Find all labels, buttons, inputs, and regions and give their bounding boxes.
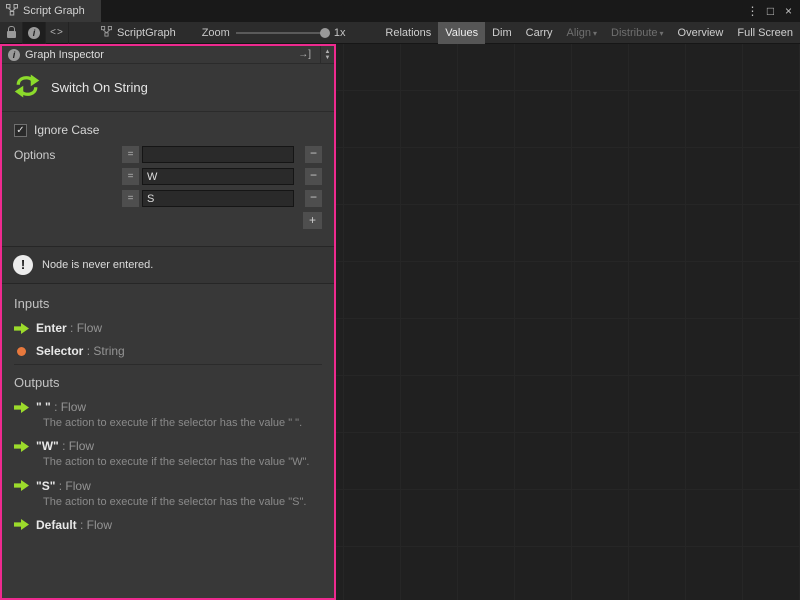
zoom-label: Zoom [202,27,230,39]
option-row: = − [122,168,322,185]
chevron-down-icon: ▾ [660,29,664,38]
window-tab[interactable]: Script Graph [0,0,101,22]
ignore-case-row: ✓ Ignore Case [14,123,322,137]
divider [14,364,322,365]
option-field-0[interactable] [142,146,294,163]
inspector-node-title: Switch On String [51,80,148,95]
graph-asset-name: ScriptGraph [117,27,176,39]
fullscreen-button[interactable]: Full Screen [730,22,800,44]
overview-button[interactable]: Overview [671,22,731,44]
code-icon: <> [50,27,64,38]
relations-button[interactable]: Relations [378,22,438,44]
input-selector-row: Selector : String [14,344,322,358]
output-space-row: " " : Flow [14,400,322,414]
close-icon[interactable]: × [780,0,797,22]
input-enter-row: Enter : Flow [14,321,322,335]
info-icon: i [8,49,20,61]
chevron-down-icon: ▾ [593,29,597,38]
output-s-row: "S" : Flow [14,479,322,493]
graph-asset-icon [101,26,112,40]
window-titlebar: Script Graph ⋮ □ × [0,0,800,22]
info-icon: i [28,27,40,39]
zoom-value: 1x [334,27,346,39]
values-button[interactable]: Values [438,22,485,44]
remove-option-button[interactable]: − [305,146,322,163]
output-w-row: "W" : Flow [14,439,322,453]
check-icon: ✓ [16,125,24,136]
zoom-control: Zoom 1x [202,27,346,39]
maximize-icon[interactable]: □ [762,0,779,22]
option-field-1[interactable] [142,168,294,185]
outputs-section-title: Outputs [14,375,322,390]
inspector-header[interactable]: i Graph Inspector →] ▲ ▼ [2,46,334,64]
flow-port-icon [14,323,29,334]
flow-port-icon [14,402,29,413]
lock-button[interactable] [0,22,23,44]
inspector-node-title-row: Switch On String [2,64,334,112]
output-default-row: Default : Flow [14,518,322,532]
port-description: The action to execute if the selector ha… [43,495,322,509]
ignore-case-checkbox[interactable]: ✓ [14,124,27,137]
dock-icon[interactable]: →] [294,49,315,60]
toolbar-buttons: Relations Values Dim Carry Align▾ Distri… [378,22,800,44]
spin-down-icon: ▼ [325,55,331,61]
zoom-thumb[interactable] [320,28,330,38]
graph-toolbar: i <> ScriptGraph Zoom 1x Relations Value… [0,22,800,44]
script-graph-icon [6,4,18,19]
zoom-slider[interactable] [236,32,328,34]
options-list: = − = − = − + [122,146,322,229]
warning-banner: ! Node is never entered. [2,246,334,284]
panel-spinner[interactable]: ▲ ▼ [320,46,334,64]
distribute-button[interactable]: Distribute▾ [604,22,670,44]
graph-inspector-panel: i Graph Inspector →] ▲ ▼ Switch [0,44,336,600]
carry-button[interactable]: Carry [519,22,560,44]
port-description: The action to execute if the selector ha… [43,416,322,430]
port-description: The action to execute if the selector ha… [43,455,322,469]
lock-icon [7,31,16,38]
edit-script-button[interactable]: <> [46,22,69,44]
option-field-2[interactable] [142,190,294,207]
warning-icon: ! [13,255,33,275]
option-row: = − [122,190,322,207]
ignore-case-label: Ignore Case [34,123,99,137]
value-port-icon [17,347,26,356]
inputs-section-title: Inputs [14,296,322,311]
warning-text: Node is never entered. [42,259,153,271]
inspect-button[interactable]: i [23,22,46,44]
remove-option-button[interactable]: − [305,168,322,185]
option-row: = − [122,146,322,163]
options-editor: Options = − = − = − [14,146,322,229]
menu-icon[interactable]: ⋮ [744,0,761,22]
inspector-header-title: Graph Inspector [25,49,104,61]
drag-handle-icon[interactable]: = [122,190,139,207]
remove-option-button[interactable]: − [305,190,322,207]
graph-breadcrumb: ScriptGraph [101,26,176,40]
window-title: Script Graph [23,5,85,17]
drag-handle-icon[interactable]: = [122,168,139,185]
drag-handle-icon[interactable]: = [122,146,139,163]
add-option-button[interactable]: + [303,212,322,229]
options-label: Options [14,146,122,229]
flow-port-icon [14,480,29,491]
dim-button[interactable]: Dim [485,22,519,44]
align-button[interactable]: Align▾ [560,22,604,44]
switch-icon [12,71,42,104]
flow-port-icon [14,441,29,452]
flow-port-icon [14,519,29,530]
